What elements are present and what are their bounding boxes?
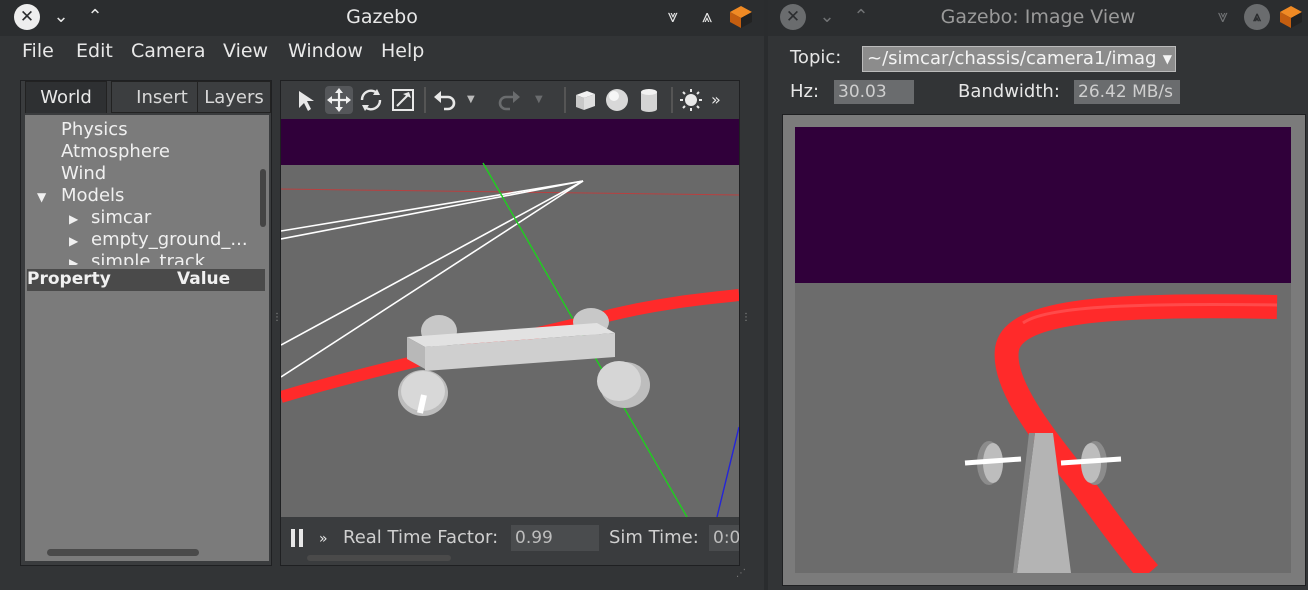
expand-down-icon[interactable]: ▼ [37,190,46,204]
select-arrow-icon[interactable] [293,86,321,114]
camera-image-frame [782,114,1306,586]
tree-item-empty-ground[interactable]: empty_ground_... [91,229,248,250]
tab-world[interactable]: World [25,81,107,113]
toolbar-separator [671,87,673,113]
world-tree: Physics Atmosphere Wind ▼ Models ▶ simca… [25,115,257,265]
gazebo-app-icon [728,4,754,30]
tree-item-physics[interactable]: Physics [61,119,128,140]
property-header: Property Value [27,269,265,291]
rotate-icon[interactable] [357,86,385,114]
gazebo-main-window: ✕ ⌄ ⌃ Gazebo ⩔ ⩓ File Edit Camera View W… [0,0,764,590]
toolbar-overflow-button[interactable]: » [711,86,739,114]
value-column-header: Value [177,269,231,289]
tree-scroll-thumb[interactable] [260,169,266,227]
step-button[interactable]: » [319,531,328,547]
render-viewport: ▼ ▼ » » Real Time Factor: 0.99 Sim Time:… [279,80,740,566]
keep-above-icon[interactable]: ⩓ [1244,4,1270,30]
expand-right-icon[interactable]: ▶ [69,212,78,226]
toolbar-separator [424,87,426,113]
menu-help[interactable]: Help [381,40,424,62]
tab-layers[interactable]: Layers [197,81,271,113]
splitter-handle[interactable]: ⋮ [741,312,751,323]
menu-bar: File Edit Camera View Window Help [0,36,764,68]
window-title: Gazebo [346,6,418,28]
image-view-window: ✕ ⌄ ⌃ Gazebo: Image View ⩔ ⩓ Topic: ~/si… [768,0,1308,590]
real-time-factor-label: Real Time Factor: [343,527,499,548]
cylinder-icon[interactable] [635,86,663,114]
image-view-titlebar: ✕ ⌄ ⌃ Gazebo: Image View ⩔ ⩓ [768,0,1308,36]
toolbar-separator [564,87,566,113]
status-horizontal-scrollbar[interactable] [307,555,451,561]
sphere-icon[interactable] [603,86,631,114]
tree-item-simple-track[interactable]: simple_track [91,251,205,265]
chevron-down-icon: ▼ [1160,47,1172,71]
hz-label: Hz: [790,81,820,102]
expand-right-icon[interactable]: ▶ [69,256,78,265]
undo-history-chevron-icon[interactable]: ▼ [467,86,479,114]
tree-scrollbar[interactable] [257,115,269,265]
scale-icon[interactable] [389,86,417,114]
tree-item-simcar[interactable]: simcar [91,207,151,228]
property-table: Property Value [25,265,269,561]
undo-icon[interactable] [431,86,459,114]
property-column-header: Property [27,269,111,289]
menu-view[interactable]: View [223,40,268,62]
pause-icon[interactable] [291,529,305,547]
keep-below-icon[interactable]: ⩔ [660,4,686,30]
menu-window[interactable]: Window [288,40,363,62]
viewport-toolbar: ▼ ▼ » [281,81,739,119]
world-panel: World Insert Layers Physics Atmosphere W… [20,80,272,566]
tree-item-atmosphere[interactable]: Atmosphere [61,141,170,162]
menu-camera[interactable]: Camera [131,40,206,62]
tree-item-wind[interactable]: Wind [61,163,106,184]
bandwidth-label: Bandwidth: [958,81,1060,102]
sim-time-field: 0:0 [709,525,739,551]
menu-file[interactable]: File [22,40,54,62]
redo-history-chevron-icon[interactable]: ▼ [535,86,547,114]
hz-field: 30.03 [834,80,914,104]
translate-icon[interactable] [325,86,353,114]
sim-status-bar: » Real Time Factor: 0.99 Sim Time: 0:0 [281,517,739,563]
tree-item-models[interactable]: Models [61,185,124,206]
topic-value: ~/simcar/chassis/camera1/imag [867,48,1157,69]
keep-below-icon[interactable]: ⩔ [1210,4,1236,30]
camera-image [795,127,1291,573]
resize-grip-icon[interactable]: ⋰ [736,568,746,579]
bandwidth-field: 26.42 MB/s [1074,80,1180,104]
topic-select[interactable]: ~/simcar/chassis/camera1/imag ▼ [862,46,1176,72]
real-time-factor-field: 0.99 [511,525,599,551]
topic-label: Topic: [790,47,842,68]
menu-edit[interactable]: Edit [76,40,113,62]
main-titlebar: ✕ ⌄ ⌃ Gazebo ⩔ ⩓ [0,0,764,36]
redo-icon[interactable] [495,86,523,114]
keep-above-icon[interactable]: ⩓ [694,4,720,30]
3d-scene[interactable] [279,119,740,518]
expand-right-icon[interactable]: ▶ [69,234,78,248]
sim-time-label: Sim Time: [609,527,699,548]
panel-horizontal-scrollbar[interactable] [47,549,199,556]
box-icon[interactable] [571,86,599,114]
gazebo-app-icon [1278,4,1304,30]
sun-light-icon[interactable] [677,86,705,114]
